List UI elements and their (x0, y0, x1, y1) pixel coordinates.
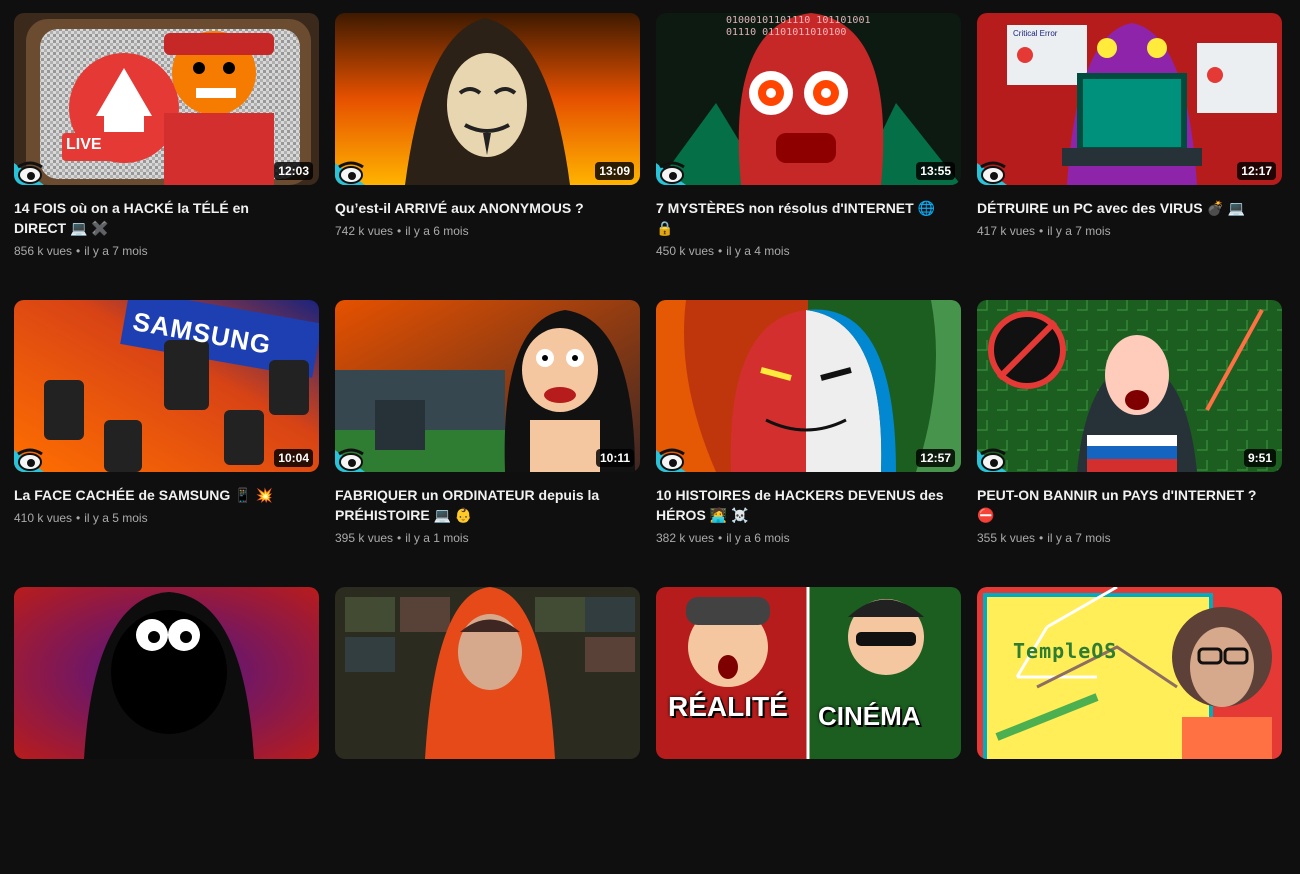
video-title[interactable]: 7 MYSTÈRES non résolus d'INTERNET 🌐 🔒 (656, 198, 946, 238)
video-meta: 395 k vues • il y a 1 mois (335, 530, 640, 546)
video-duration: 10:11 (595, 449, 634, 467)
video-thumbnail[interactable]: LIVE 12:03 (14, 13, 319, 185)
video-meta: 742 k vues • il y a 6 mois (335, 223, 640, 239)
view-count: 856 k vues (14, 244, 73, 258)
video-title[interactable]: 10 HISTOIRES de HACKERS DEVENUS des HÉRO… (656, 485, 946, 525)
view-count: 395 k vues (335, 531, 394, 545)
video-card[interactable] (14, 587, 319, 874)
video-meta: 355 k vues • il y a 7 mois (977, 530, 1282, 546)
upload-age: il y a 5 mois (84, 511, 148, 525)
video-thumbnail[interactable]: 9:51 (977, 300, 1282, 472)
video-card[interactable]: RÉALITÉ CINÉMA (656, 587, 961, 874)
video-duration: 12:17 (1237, 162, 1276, 180)
video-card[interactable] (335, 587, 640, 874)
video-thumbnail[interactable]: 10:11 (335, 300, 640, 472)
video-thumbnail[interactable]: 13:09 (335, 13, 640, 185)
video-duration: 9:51 (1243, 449, 1276, 467)
view-count: 382 k vues (656, 531, 715, 545)
thumbnail-overlay-text-left: RÉALITÉ (668, 691, 788, 722)
view-count: 417 k vues (977, 224, 1036, 238)
thumbnail-image (977, 300, 1282, 472)
meta-separator: • (718, 244, 723, 258)
meta-separator: • (397, 224, 402, 238)
video-thumbnail[interactable]: RÉALITÉ CINÉMA (656, 587, 961, 759)
video-thumbnail[interactable] (14, 587, 319, 759)
video-duration: 13:55 (916, 162, 955, 180)
video-meta: 410 k vues • il y a 5 mois (14, 510, 319, 526)
video-duration: 10:04 (274, 449, 313, 467)
upload-age: il y a 4 mois (726, 244, 790, 258)
video-thumbnail[interactable]: Critical Error 12:17 (977, 13, 1282, 185)
video-card[interactable]: 9:51 PEUT-ON BANNIR un PAYS d'INTERNET ?… (977, 300, 1282, 587)
view-count: 355 k vues (977, 531, 1036, 545)
channel-logo-icon (977, 161, 1007, 185)
meta-separator: • (397, 531, 402, 545)
thumbnail-image (14, 13, 319, 185)
video-duration: 12:03 (274, 162, 313, 180)
view-count: 742 k vues (335, 224, 394, 238)
video-title[interactable]: 14 FOIS où on a HACKÉ la TÉLÉ en DIRECT … (14, 198, 304, 238)
thumbnail-image (977, 13, 1282, 185)
channel-logo-icon (14, 161, 44, 185)
upload-age: il y a 7 mois (84, 244, 148, 258)
video-card[interactable]: 10:11 FABRIQUER un ORDINATEUR depuis la … (335, 300, 640, 587)
thumbnail-image (977, 587, 1282, 759)
meta-separator: • (76, 244, 81, 258)
video-card[interactable]: Critical Error 12:17 DÉTRUIRE un PC avec… (977, 13, 1282, 300)
channel-logo-icon (656, 448, 686, 472)
channel-logo-icon (335, 161, 365, 185)
channel-logo-icon (977, 448, 1007, 472)
video-thumbnail[interactable]: 12:57 (656, 300, 961, 472)
video-card[interactable]: 13:09 Qu’est-il ARRIVÉ aux ANONYMOUS ? 7… (335, 13, 640, 300)
video-duration: 12:57 (916, 449, 955, 467)
view-count: 450 k vues (656, 244, 715, 258)
video-thumbnail[interactable]: 01000101101110 10110100101110 0110101101… (656, 13, 961, 185)
video-duration: 13:09 (595, 162, 634, 180)
thumbnail-image (656, 587, 961, 759)
video-grid: LIVE 12:03 14 FOIS où on a HACKÉ la TÉLÉ… (14, 13, 1282, 874)
upload-age: il y a 7 mois (1047, 224, 1111, 238)
video-meta: 382 k vues • il y a 6 mois (656, 530, 961, 546)
video-thumbnail[interactable] (335, 587, 640, 759)
channel-logo-icon (335, 448, 365, 472)
thumbnail-error-text: Critical Error (1013, 29, 1058, 38)
meta-separator: • (76, 511, 81, 525)
upload-age: il y a 6 mois (405, 224, 469, 238)
video-meta: 417 k vues • il y a 7 mois (977, 223, 1282, 239)
video-meta: 450 k vues • il y a 4 mois (656, 243, 961, 259)
thumbnail-image (335, 13, 640, 185)
thumbnail-overlay-text-right: CINÉMA (818, 701, 921, 731)
video-card[interactable]: SAMSUNG 10:04 La FACE CACHÉE de SAMSUNG … (14, 300, 319, 587)
meta-separator: • (1039, 224, 1044, 238)
channel-logo-icon (14, 448, 44, 472)
thumbnail-binary-text: 01000101101110 10110100101110 0110101101… (726, 15, 871, 38)
upload-age: il y a 1 mois (405, 531, 469, 545)
video-card[interactable]: LIVE 12:03 14 FOIS où on a HACKÉ la TÉLÉ… (14, 13, 319, 300)
video-thumbnail[interactable]: TempleOS (977, 587, 1282, 759)
thumbnail-image (335, 300, 640, 472)
view-count: 410 k vues (14, 511, 73, 525)
channel-logo-icon (656, 161, 686, 185)
video-card[interactable]: TempleOS (977, 587, 1282, 874)
thumbnail-image (335, 587, 640, 759)
video-title[interactable]: DÉTRUIRE un PC avec des VIRUS 💣 💻 (977, 198, 1267, 218)
video-title[interactable]: La FACE CACHÉE de SAMSUNG 📱 💥 (14, 485, 304, 505)
video-thumbnail[interactable]: SAMSUNG 10:04 (14, 300, 319, 472)
upload-age: il y a 7 mois (1047, 531, 1111, 545)
thumbnail-overlay-text: TempleOS (1013, 639, 1118, 663)
video-meta: 856 k vues • il y a 7 mois (14, 243, 319, 259)
video-title[interactable]: PEUT-ON BANNIR un PAYS d'INTERNET ? ⛔ (977, 485, 1267, 525)
meta-separator: • (1039, 531, 1044, 545)
video-title[interactable]: FABRIQUER un ORDINATEUR depuis la PRÉHIS… (335, 485, 625, 525)
thumbnail-image (14, 587, 319, 759)
video-card[interactable]: 12:57 10 HISTOIRES de HACKERS DEVENUS de… (656, 300, 961, 587)
video-card[interactable]: 01000101101110 10110100101110 0110101101… (656, 13, 961, 300)
video-title[interactable]: Qu’est-il ARRIVÉ aux ANONYMOUS ? (335, 198, 625, 218)
thumbnail-image (656, 300, 961, 472)
thumbnail-overlay-text: LIVE (66, 136, 102, 153)
upload-age: il y a 6 mois (726, 531, 790, 545)
meta-separator: • (718, 531, 723, 545)
